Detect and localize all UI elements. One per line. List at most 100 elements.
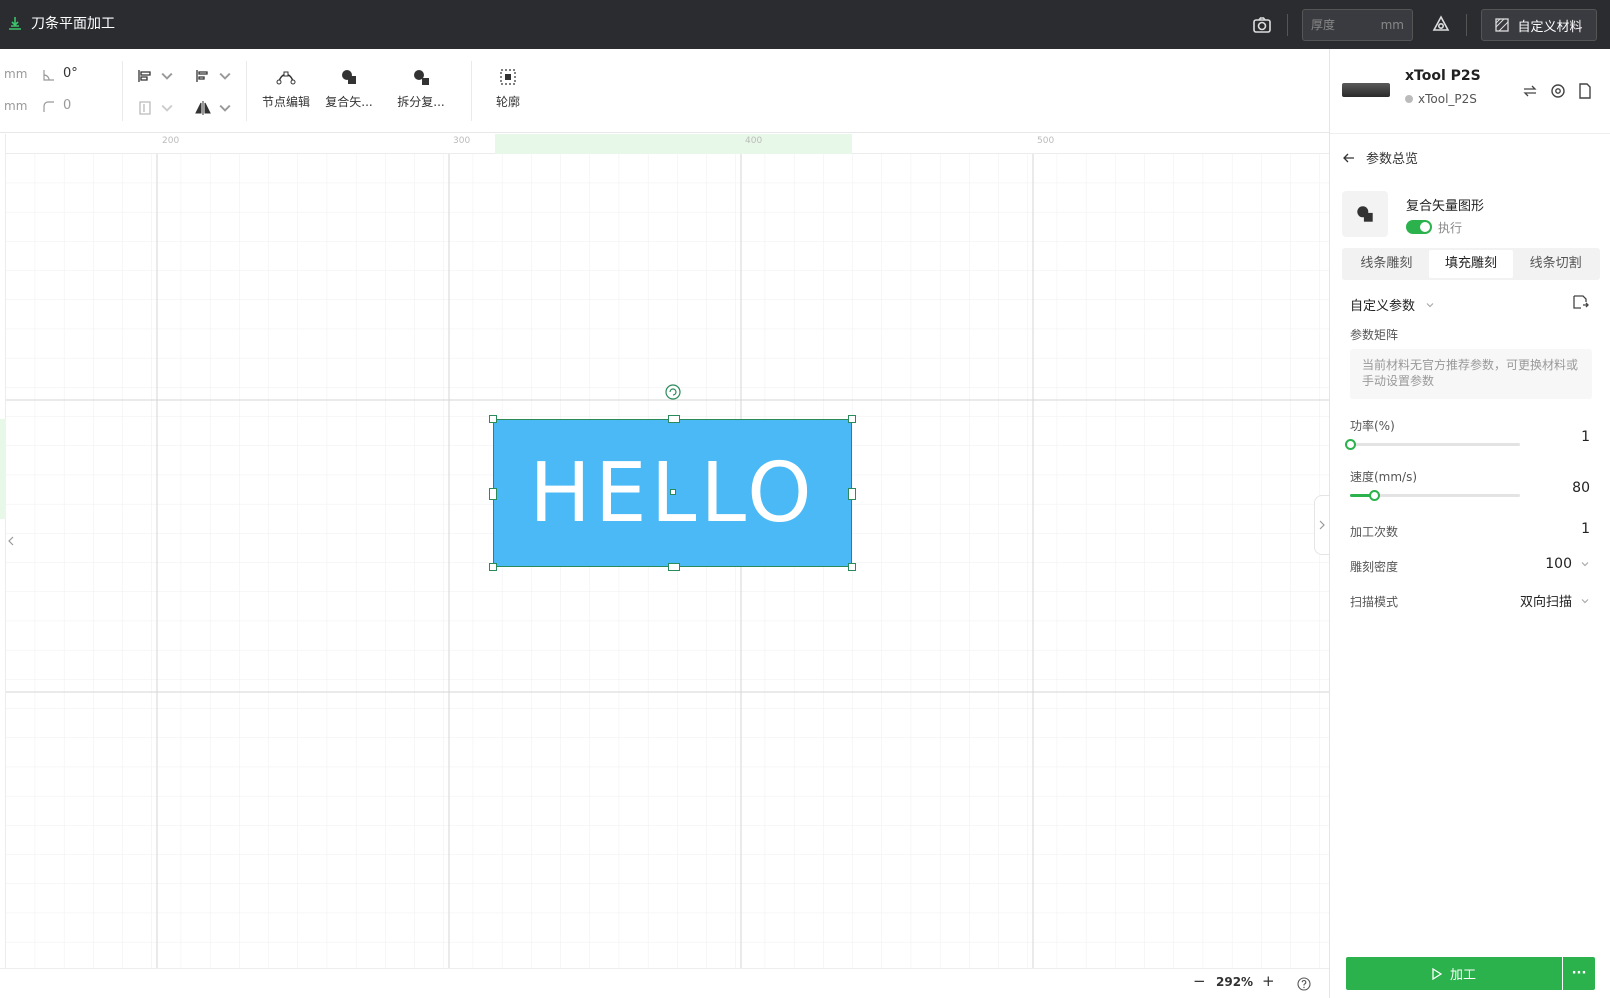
chevron-down-icon	[219, 104, 231, 112]
device-name: xTool P2S	[1405, 68, 1481, 84]
split-compound-icon	[414, 70, 429, 85]
chevron-down-icon	[161, 104, 173, 112]
zoom-level: 292%	[1216, 975, 1254, 989]
power-slider[interactable]	[1345, 439, 1520, 450]
more-options-label: ···	[1571, 966, 1587, 981]
density-row: 雕刻密度 100	[1350, 556, 1590, 575]
tab-fill-engrave[interactable]: 填充雕刻	[1428, 250, 1514, 278]
compound-vector-icon	[1357, 206, 1373, 222]
preset-label: 自定义参数	[1350, 299, 1416, 314]
no-preset-hint: 当前材料无官方推荐参数，可更换材料或手动设置参数	[1350, 349, 1592, 399]
scan-mode-dropdown[interactable]: 双向扫描	[1520, 591, 1590, 610]
corner-radius-input[interactable]: 0	[63, 98, 71, 113]
preset-dropdown[interactable]: 自定义参数	[1350, 295, 1590, 314]
speed-label: 速度(mm/s)	[1350, 470, 1418, 484]
divider	[246, 61, 247, 121]
help-icon[interactable]	[1297, 977, 1311, 991]
power-slider-knob[interactable]	[1345, 439, 1356, 450]
thickness-field[interactable]: mm	[1302, 9, 1413, 41]
resize-handle-s[interactable]	[668, 563, 680, 571]
chevron-down-icon	[1426, 303, 1434, 308]
rotation-angle-input[interactable]: 0°	[63, 66, 78, 81]
device-header: xTool P2S xTool_P2S	[1330, 49, 1610, 134]
outline-button[interactable]: 轮廓	[477, 67, 539, 110]
split-compound-button[interactable]: 拆分复...	[390, 67, 452, 110]
arrange-dropdown[interactable]	[137, 98, 177, 118]
scan-mode-label: 扫描模式	[1350, 595, 1399, 609]
passes-value[interactable]: 1	[1581, 521, 1590, 537]
save-preset-icon[interactable]	[1571, 293, 1589, 311]
tab-line-cut[interactable]: 线条切割	[1513, 250, 1598, 278]
speed-slider-knob[interactable]	[1368, 490, 1380, 501]
chevron-down-icon	[161, 72, 173, 80]
divider	[471, 61, 472, 121]
angle-icon	[43, 70, 54, 81]
param-matrix-label: 参数矩阵	[1350, 328, 1399, 342]
rotate-handle-icon[interactable]	[664, 383, 682, 401]
connection-label: xTool_P2S	[1418, 92, 1477, 106]
power-value[interactable]: 1	[1581, 429, 1590, 445]
flip-icon	[195, 101, 211, 115]
align-top-icon	[196, 70, 208, 82]
zoom-in-button[interactable]: +	[1262, 972, 1275, 990]
device-settings-icon[interactable]	[1549, 82, 1567, 100]
align-dropdown[interactable]	[137, 66, 177, 86]
density-value: 100	[1545, 556, 1572, 572]
resize-handle-e[interactable]	[848, 488, 856, 500]
resize-handle-se[interactable]	[848, 563, 856, 571]
more-options-button[interactable]: ···	[1563, 957, 1595, 990]
ruler-tick: 400	[745, 136, 763, 146]
params-overview-label: 参数总览	[1366, 152, 1419, 167]
tab-line-engrave[interactable]: 线条雕刻	[1344, 250, 1429, 278]
design-canvas[interactable]: 200 300 400 500 HELLO	[0, 134, 1329, 968]
divider	[1287, 14, 1288, 36]
divider	[1466, 14, 1467, 36]
thickness-input[interactable]	[1311, 18, 1369, 32]
flip-dropdown[interactable]	[195, 98, 235, 118]
device-info-icon[interactable]	[1576, 82, 1594, 100]
center-point	[670, 489, 676, 495]
resize-handle-ne[interactable]	[848, 415, 856, 423]
layer-thumbnail	[1342, 191, 1388, 237]
execute-label: 执行	[1438, 221, 1463, 235]
resize-handle-n[interactable]	[668, 415, 680, 423]
zoom-out-button[interactable]: −	[1193, 972, 1206, 990]
auto-measure-icon[interactable]	[1430, 14, 1452, 36]
outline-label: 轮廓	[495, 95, 520, 109]
density-dropdown[interactable]: 100	[1545, 556, 1590, 572]
resize-handle-w[interactable]	[489, 488, 497, 500]
ruler-horizontal: 200 300 400 500	[0, 134, 1329, 154]
params-overview-back[interactable]: 参数总览	[1342, 148, 1418, 167]
unit-label: mm	[4, 99, 28, 113]
arrange-icon	[139, 101, 151, 115]
speed-slider[interactable]	[1350, 490, 1520, 501]
ruler-tick: 200	[162, 136, 180, 146]
resize-handle-sw[interactable]	[489, 563, 497, 571]
node-edit-button[interactable]: 节点编辑	[255, 67, 317, 110]
toolbar: mm mm 0° 0 节点编辑 复合矢... 拆分复... 轮廓	[0, 49, 1329, 133]
camera-icon[interactable]	[1251, 14, 1273, 36]
custom-material-button[interactable]: 自定义材料	[1481, 9, 1597, 41]
process-type-tabs: 线条雕刻 填充雕刻 线条切割	[1342, 248, 1600, 280]
connection-status-dot	[1405, 95, 1413, 103]
node-edit-label: 节点编辑	[261, 95, 310, 109]
left-panel-toggle-icon[interactable]	[6, 534, 16, 548]
device-connection: xTool_P2S	[1405, 92, 1477, 106]
execute-toggle[interactable]	[1406, 220, 1432, 234]
switch-device-icon[interactable]	[1521, 82, 1539, 100]
compound-vector-button[interactable]: 复合矢...	[318, 67, 380, 110]
resize-handle-nw[interactable]	[489, 415, 497, 423]
split-compound-label: 拆分复...	[397, 95, 445, 109]
device-image	[1342, 83, 1390, 97]
unit-label: mm	[4, 67, 28, 81]
process-button[interactable]: 加工	[1346, 957, 1562, 990]
panel-collapse-toggle[interactable]	[1314, 495, 1329, 555]
title-bar: 刀条平面加工 mm 自定义材料	[0, 0, 1610, 49]
scan-mode-value: 双向扫描	[1519, 595, 1572, 610]
speed-value[interactable]: 80	[1572, 480, 1590, 496]
play-icon	[1432, 967, 1442, 980]
distribute-dropdown[interactable]	[195, 66, 235, 86]
corner-radius-icon	[43, 101, 54, 112]
density-label: 雕刻密度	[1350, 560, 1399, 574]
settings-panel: xTool P2S xTool_P2S 参数总览 复合矢量图形 执行 线条雕刻 …	[1329, 49, 1610, 998]
